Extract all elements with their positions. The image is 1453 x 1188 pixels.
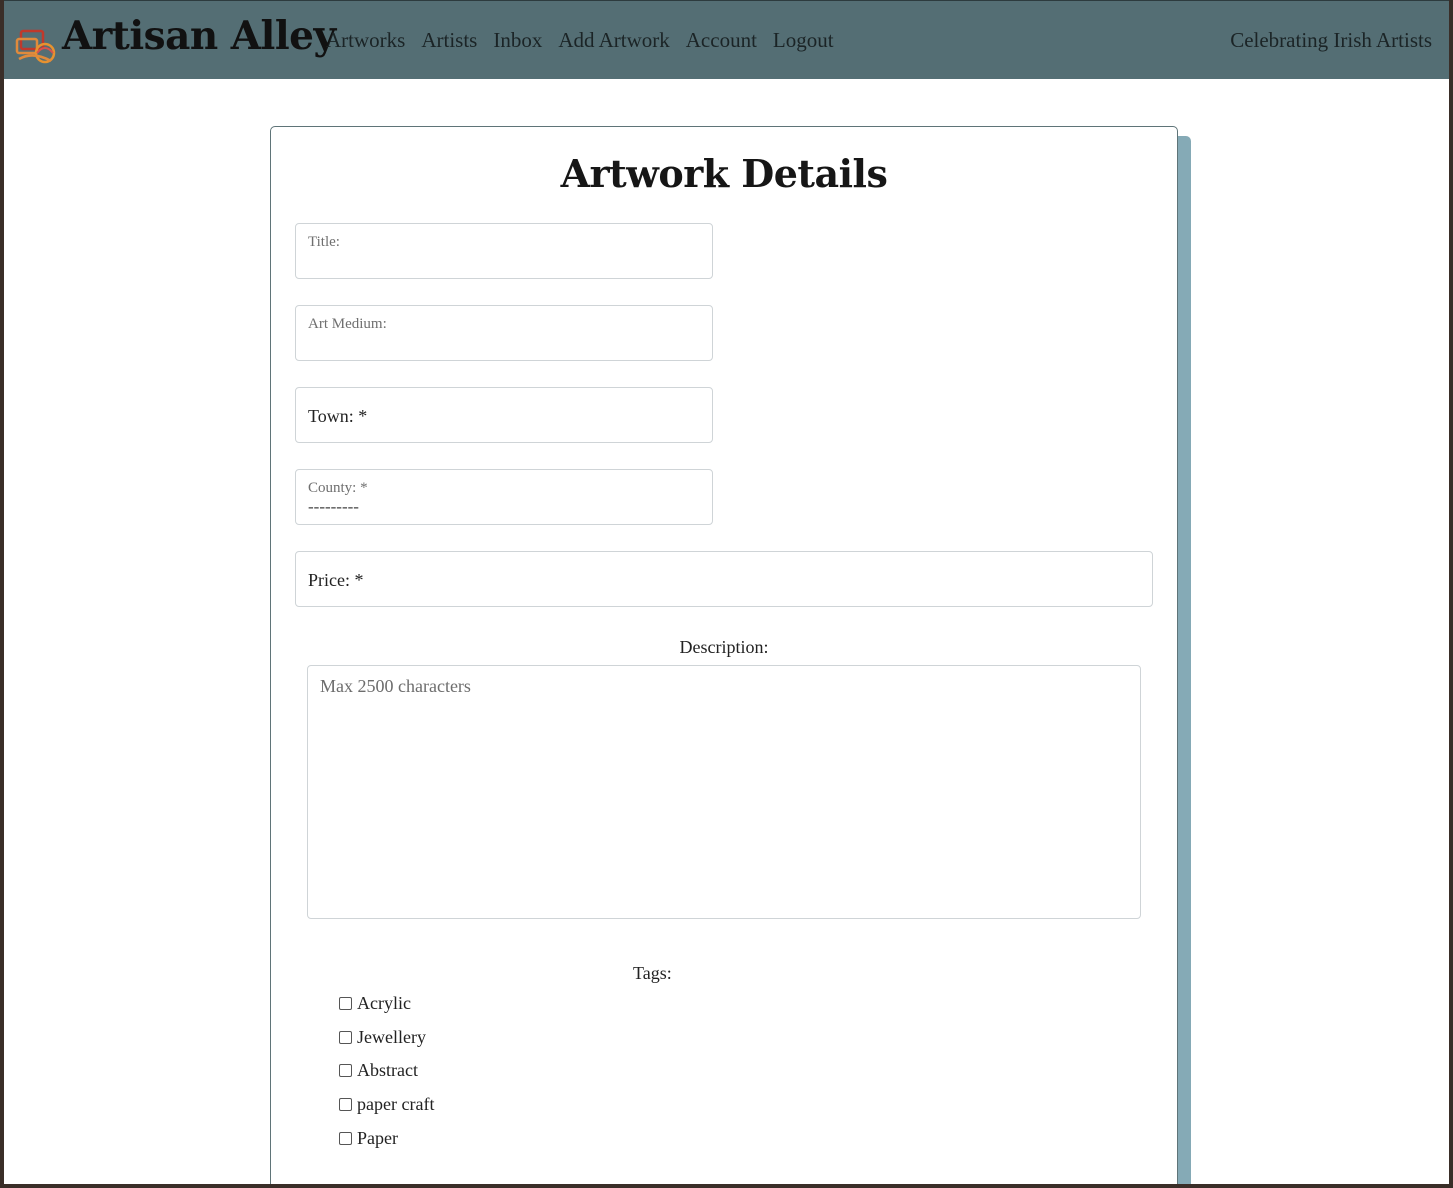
tagline: Celebrating Irish Artists (1230, 28, 1432, 52)
town-field[interactable]: Town: * (295, 387, 713, 443)
tag-label: paper craft (357, 1094, 435, 1114)
description-textarea[interactable]: Max 2500 characters (307, 665, 1141, 919)
art-medium-label: Art Medium: (308, 316, 387, 332)
tag-checkbox[interactable] (339, 1064, 352, 1077)
palette-logo-icon[interactable] (15, 27, 59, 67)
nav-link-add-artwork[interactable]: Add Artwork (558, 28, 669, 53)
nav-links: Artworks Artists Inbox Add Artwork Accou… (326, 28, 850, 53)
town-label: Town: * (308, 406, 368, 426)
nav-link-inbox[interactable]: Inbox (493, 28, 542, 53)
tag-label: Paper (357, 1128, 398, 1148)
tag-item-acrylic[interactable]: Acrylic (339, 993, 411, 1014)
county-label: County: * (308, 480, 368, 496)
county-select[interactable]: County: * --------- (295, 469, 713, 525)
nav-link-account[interactable]: Account (686, 28, 757, 53)
tag-item-abstract[interactable]: Abstract (339, 1060, 418, 1081)
tags-label: Tags: (633, 963, 672, 983)
form-title: Artwork Details (560, 151, 888, 196)
tag-label: Acrylic (357, 993, 411, 1013)
page: Artisan Alley Artworks Artists Inbox Add… (4, 0, 1449, 1184)
title-field[interactable]: Title: (295, 223, 713, 279)
price-field[interactable]: Price: * (295, 551, 1153, 607)
navbar: Artisan Alley Artworks Artists Inbox Add… (4, 0, 1449, 79)
tag-checkbox[interactable] (339, 1031, 352, 1044)
nav-link-artworks[interactable]: Artworks (326, 28, 405, 53)
tag-item-paper[interactable]: Paper (339, 1128, 398, 1149)
tag-item-paper-craft[interactable]: paper craft (339, 1094, 434, 1115)
artwork-form-card: Artwork Details Title: Art Medium: Town:… (270, 126, 1178, 1184)
brand-name[interactable]: Artisan Alley (62, 13, 336, 59)
county-value: --------- (308, 497, 359, 516)
nav-link-artists[interactable]: Artists (421, 28, 477, 53)
title-label: Title: (308, 234, 340, 250)
tag-item-jewellery[interactable]: Jewellery (339, 1027, 426, 1048)
tag-label: Abstract (357, 1060, 418, 1080)
description-placeholder: Max 2500 characters (320, 676, 471, 696)
description-label: Description: (679, 637, 769, 657)
tag-label: Jewellery (357, 1027, 426, 1047)
tag-checkbox[interactable] (339, 997, 352, 1010)
art-medium-field[interactable]: Art Medium: (295, 305, 713, 361)
tag-checkbox[interactable] (339, 1132, 352, 1145)
price-label: Price: * (308, 570, 364, 590)
tag-checkbox[interactable] (339, 1098, 352, 1111)
nav-link-logout[interactable]: Logout (773, 28, 834, 53)
